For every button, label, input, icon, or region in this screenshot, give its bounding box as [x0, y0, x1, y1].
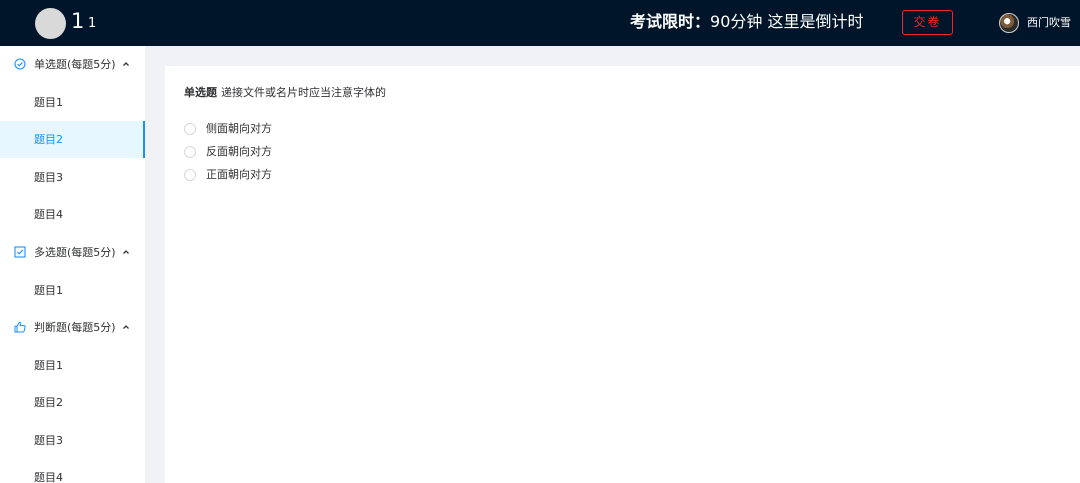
- question-stem: 单选题 递接文件或名片时应当注意字体的: [184, 85, 386, 101]
- user-name[interactable]: 西门吹雪: [1027, 15, 1071, 31]
- question-item-label: 题目1: [34, 96, 63, 109]
- app-title: 1: [71, 9, 85, 33]
- question-item[interactable]: 题目4: [0, 459, 145, 483]
- group-true-false[interactable]: 判断题(每题5分): [0, 309, 145, 346]
- question-item-label: 题目4: [34, 208, 63, 221]
- question-text: 递接文件或名片时应当注意字体的: [221, 86, 386, 99]
- answer-option-label: 反面朝向对方: [206, 145, 272, 158]
- thumbs-up-icon: [14, 321, 26, 333]
- radio-button[interactable]: [184, 169, 196, 181]
- question-item[interactable]: 题目1: [0, 347, 145, 384]
- answer-option-label: 侧面朝向对方: [206, 122, 272, 135]
- question-item-label: 题目2: [34, 133, 63, 146]
- user-avatar[interactable]: [999, 13, 1019, 33]
- question-item-active[interactable]: 题目2: [0, 121, 145, 158]
- question-item-label: 题目1: [34, 284, 63, 297]
- timer-value: 90分钟 这里是倒计时: [710, 12, 864, 31]
- chevron-up-icon: [123, 62, 129, 66]
- checkbox-icon: [14, 246, 26, 258]
- question-item-label: 题目1: [34, 359, 63, 372]
- group-single-choice[interactable]: 单选题(每题5分): [0, 46, 145, 83]
- question-item[interactable]: 题目4: [0, 196, 145, 233]
- question-item-label: 题目2: [34, 396, 63, 409]
- question-item-label: 题目4: [34, 471, 63, 483]
- top-header: 1 1 考试限时：90分钟 这里是倒计时 交卷 西门吹雪: [0, 0, 1080, 46]
- question-panel: 单选题 递接文件或名片时应当注意字体的 侧面朝向对方 反面朝向对方 正面朝向对方: [165, 66, 1080, 483]
- answer-option-label: 正面朝向对方: [206, 168, 272, 181]
- app-subtitle: 1: [88, 16, 97, 31]
- question-item[interactable]: 题目1: [0, 272, 145, 309]
- logo-icon: [35, 8, 66, 39]
- chevron-up-icon: [123, 250, 129, 254]
- radio-button[interactable]: [184, 123, 196, 135]
- question-item[interactable]: 题目1: [0, 84, 145, 121]
- group-multiple-choice[interactable]: 多选题(每题5分): [0, 234, 145, 271]
- submit-exam-button[interactable]: 交卷: [902, 10, 953, 35]
- group-title-label: 单选题(每题5分): [34, 58, 116, 71]
- question-type-label: 单选题: [184, 86, 217, 99]
- radio-button[interactable]: [184, 146, 196, 158]
- question-item-label: 题目3: [34, 434, 63, 447]
- question-item[interactable]: 题目2: [0, 384, 145, 421]
- chevron-up-icon: [123, 325, 129, 329]
- question-item[interactable]: 题目3: [0, 159, 145, 196]
- question-sidebar: 单选题(每题5分) 题目1 题目2 题目3 题目4 多选题(每题5分) 题目1: [0, 46, 145, 483]
- group-title-label: 多选题(每题5分): [34, 246, 116, 259]
- question-item[interactable]: 题目3: [0, 422, 145, 459]
- exam-timer: 考试限时：90分钟 这里是倒计时: [630, 11, 863, 33]
- question-item-label: 题目3: [34, 171, 63, 184]
- group-title-label: 判断题(每题5分): [34, 321, 116, 334]
- timer-label: 考试限时：: [630, 12, 711, 31]
- check-circle-icon: [14, 58, 26, 70]
